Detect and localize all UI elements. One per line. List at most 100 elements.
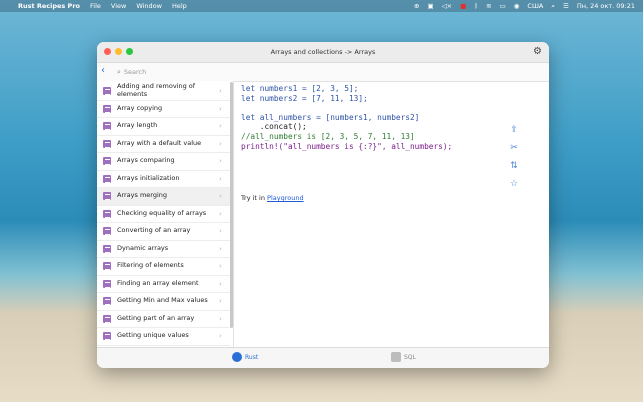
list-item-label: Array length — [117, 121, 158, 130]
recipe-content: let numbers1 = [2, 3, 5]; let numbers2 =… — [236, 81, 526, 348]
list-item-label: Getting unique values — [117, 331, 189, 340]
star-icon[interactable]: ☆ — [510, 178, 518, 190]
menu-window[interactable]: Window — [136, 2, 162, 10]
recipe-list: Adding and removing of elements › Array … — [97, 81, 234, 348]
list-item[interactable]: Dynamic arrays › — [97, 240, 230, 258]
recipe-icon — [103, 104, 111, 113]
recipe-icon — [103, 174, 111, 183]
list-item-label: Array with a default value — [117, 138, 202, 147]
chevron-right-icon: › — [219, 86, 222, 95]
recipe-icon — [103, 209, 111, 218]
menu-file[interactable]: File — [90, 2, 101, 10]
list-item[interactable]: Array with a default value › — [97, 135, 230, 153]
chevron-right-icon: › — [219, 192, 222, 200]
chevron-right-icon: › — [219, 314, 222, 323]
list-item[interactable]: Finding an array element › — [97, 275, 230, 293]
list-item-selected[interactable]: Arrays merging › — [97, 187, 230, 206]
app-menu[interactable]: Rust Recipes Pro — [18, 2, 80, 10]
list-item[interactable]: Array copying › — [97, 100, 230, 118]
tab-rust[interactable]: Rust — [232, 352, 258, 362]
sidebar-scrollbar[interactable] — [230, 82, 233, 328]
list-item-label: Converting of an array — [117, 226, 191, 235]
zoom-window-button[interactable] — [126, 48, 133, 55]
code-line-6: println!("all_numbers is {:?}", all_numb… — [241, 141, 453, 151]
menu-view[interactable]: View — [111, 2, 126, 10]
recipe-icon — [103, 86, 111, 95]
chevron-right-icon: › — [219, 157, 222, 165]
code-line-3: let all_numbers = [numbers1, numbers2] — [241, 112, 420, 122]
search-icon: ⌕ — [117, 67, 121, 76]
app-window: Arrays and collections -> Arrays ⚙ ‹ ⌕ S… — [97, 42, 549, 368]
try-it-line: Try it in Playground — [241, 194, 304, 202]
chevron-right-icon: › — [219, 262, 222, 270]
recipe-icon — [103, 332, 111, 340]
wifi-icon[interactable]: ≋ — [486, 2, 491, 10]
chevron-right-icon: › — [219, 332, 222, 340]
cut-icon[interactable]: ✂ — [510, 142, 518, 154]
gear-icon[interactable]: ⚙ — [532, 46, 543, 57]
record-icon[interactable]: ■ — [460, 2, 466, 10]
battery-icon[interactable]: ▭ — [500, 2, 506, 10]
list-item[interactable]: Getting unique values › — [97, 328, 230, 346]
menu-help[interactable]: Help — [172, 2, 187, 10]
list-item[interactable]: Adding and removing of elements › — [97, 81, 230, 101]
recipe-icon — [103, 227, 111, 235]
bluetooth-icon[interactable]: ᛒ — [474, 2, 478, 10]
status-icon[interactable]: ⊕ — [414, 2, 419, 10]
chevron-right-icon: › — [219, 297, 222, 305]
rust-icon — [232, 352, 242, 362]
tab-rust-label: Rust — [245, 353, 259, 361]
chevron-right-icon: › — [219, 174, 222, 183]
recipe-icon — [103, 122, 111, 130]
list-item[interactable]: Getting part of an array › — [97, 310, 230, 328]
sort-icon[interactable]: ⇅ — [510, 160, 518, 172]
recipe-icon — [103, 297, 111, 305]
mute-icon[interactable]: ◁× — [442, 2, 452, 10]
content-tools: ⇪ ✂ ⇅ ☆ — [508, 124, 520, 190]
share-icon[interactable]: ⇪ — [510, 124, 518, 136]
recipe-icon — [103, 314, 111, 323]
input-source[interactable]: США — [527, 2, 543, 10]
close-window-button[interactable] — [104, 48, 111, 55]
recipe-icon — [103, 192, 111, 200]
chevron-right-icon: › — [219, 209, 222, 218]
playground-link[interactable]: Playground — [267, 194, 304, 202]
list-item[interactable]: Checking equality of arrays › — [97, 205, 230, 223]
code-line-5: //all_numbers is [2, 3, 5, 7, 11, 13] — [241, 131, 415, 141]
list-item[interactable]: Filtering of elements › — [97, 258, 230, 276]
list-item-label: Arrays comparing — [117, 156, 175, 165]
chevron-right-icon: › — [219, 139, 222, 148]
list-item-label: Checking equality of arrays — [117, 208, 207, 217]
list-item[interactable]: Array length › — [97, 118, 230, 136]
recipe-icon — [103, 157, 111, 165]
list-item[interactable]: Arrays comparing › — [97, 153, 230, 171]
search-placeholder: Search — [123, 68, 147, 76]
code-line-4: .concat(); — [241, 122, 307, 132]
user-icon[interactable]: ◉ — [514, 2, 520, 10]
recipe-icon — [103, 262, 111, 270]
chevron-right-icon: › — [219, 244, 222, 253]
control-center-icon[interactable]: ☰ — [563, 2, 569, 10]
code-line-1: let numbers1 = [2, 3, 5]; — [241, 84, 359, 93]
toolbar: ‹ ⌕ Search — [97, 63, 549, 82]
spotlight-icon[interactable]: ⌕ — [551, 2, 555, 11]
code-line-2: let numbers2 = [7, 11, 13]; — [241, 93, 368, 103]
list-item[interactable]: Arrays initialization › — [97, 170, 230, 188]
chevron-right-icon: › — [219, 227, 222, 235]
minimize-window-button[interactable] — [115, 48, 122, 55]
tab-sql-label: SQL — [404, 353, 416, 361]
search-input[interactable]: ⌕ Search — [117, 66, 367, 78]
window-title: Arrays and collections -> Arrays — [270, 48, 376, 56]
back-chevron-icon[interactable]: ‹ — [101, 65, 105, 76]
list-item-label: Getting part of an array — [117, 313, 195, 322]
list-item-label: Arrays merging — [117, 191, 168, 200]
list-item-label: Arrays initialization — [117, 173, 180, 182]
list-item-label: Filtering of elements — [117, 261, 184, 270]
list-item[interactable]: Converting of an array › — [97, 223, 230, 241]
list-item[interactable]: Getting Min and Max values › — [97, 293, 230, 311]
tab-sql[interactable]: SQL — [391, 352, 416, 362]
list-item-label: Array copying — [117, 103, 163, 112]
list-item-label: Adding and removing of elements — [117, 82, 196, 98]
message-icon[interactable]: ▣ — [427, 2, 433, 10]
clock[interactable]: Пн, 24 окт. 09:21 — [577, 2, 635, 10]
